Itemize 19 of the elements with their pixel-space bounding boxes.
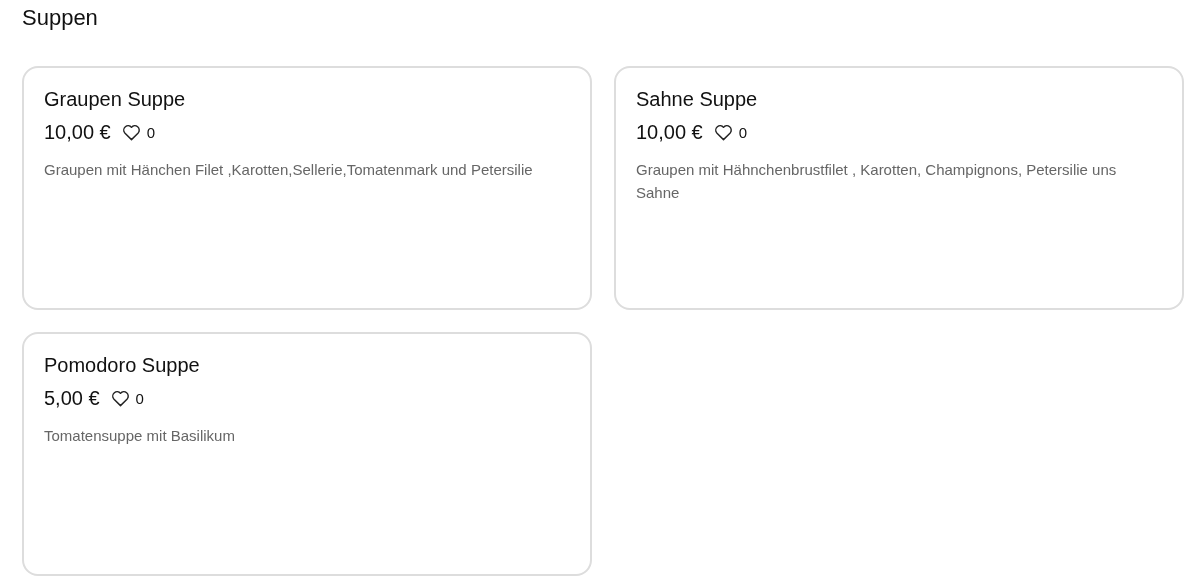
dish-card[interactable]: Pomodoro Suppe 5,00 € 0 Tomatensuppe mit Basilikum bbox=[22, 332, 592, 576]
heart-icon[interactable] bbox=[120, 122, 142, 142]
like-count: 0 bbox=[135, 389, 144, 407]
dish-card[interactable]: Graupen Suppe 10,00 € 0 Graupen mit Hänchen Filet ,Karotten,Sellerie,Tomatenmark und Petersilie bbox=[22, 66, 592, 310]
heart-icon[interactable] bbox=[712, 122, 734, 142]
dish-price: 5,00 € bbox=[44, 386, 100, 410]
dish-price: 10,00 € bbox=[636, 120, 703, 144]
dish-description: Graupen mit Hähnchenbrustfilet , Karotten, Champignons, Petersilie uns Sahne bbox=[636, 160, 1118, 203]
dish-name: Sahne Suppe bbox=[636, 87, 759, 112]
heart-icon[interactable] bbox=[109, 388, 131, 408]
dish-description: Tomatensuppe mit Basilikum bbox=[44, 426, 236, 446]
like-count: 0 bbox=[738, 123, 748, 141]
dish-name: Pomodoro Suppe bbox=[44, 353, 201, 378]
dish-price: 10,00 € bbox=[44, 120, 111, 144]
like-count: 0 bbox=[146, 123, 156, 141]
section-title: Suppen bbox=[22, 4, 99, 32]
dish-card[interactable]: Sahne Suppe 10,00 € 0 Graupen mit Hähnchenbrustfilet , Karotten, Champignons, Petersilie uns Sahne bbox=[614, 66, 1184, 310]
dish-name: Graupen Suppe bbox=[44, 87, 187, 112]
dish-description: Graupen mit Hänchen Filet ,Karotten,Sellerie,Tomatenmark und Petersilie bbox=[44, 160, 534, 180]
